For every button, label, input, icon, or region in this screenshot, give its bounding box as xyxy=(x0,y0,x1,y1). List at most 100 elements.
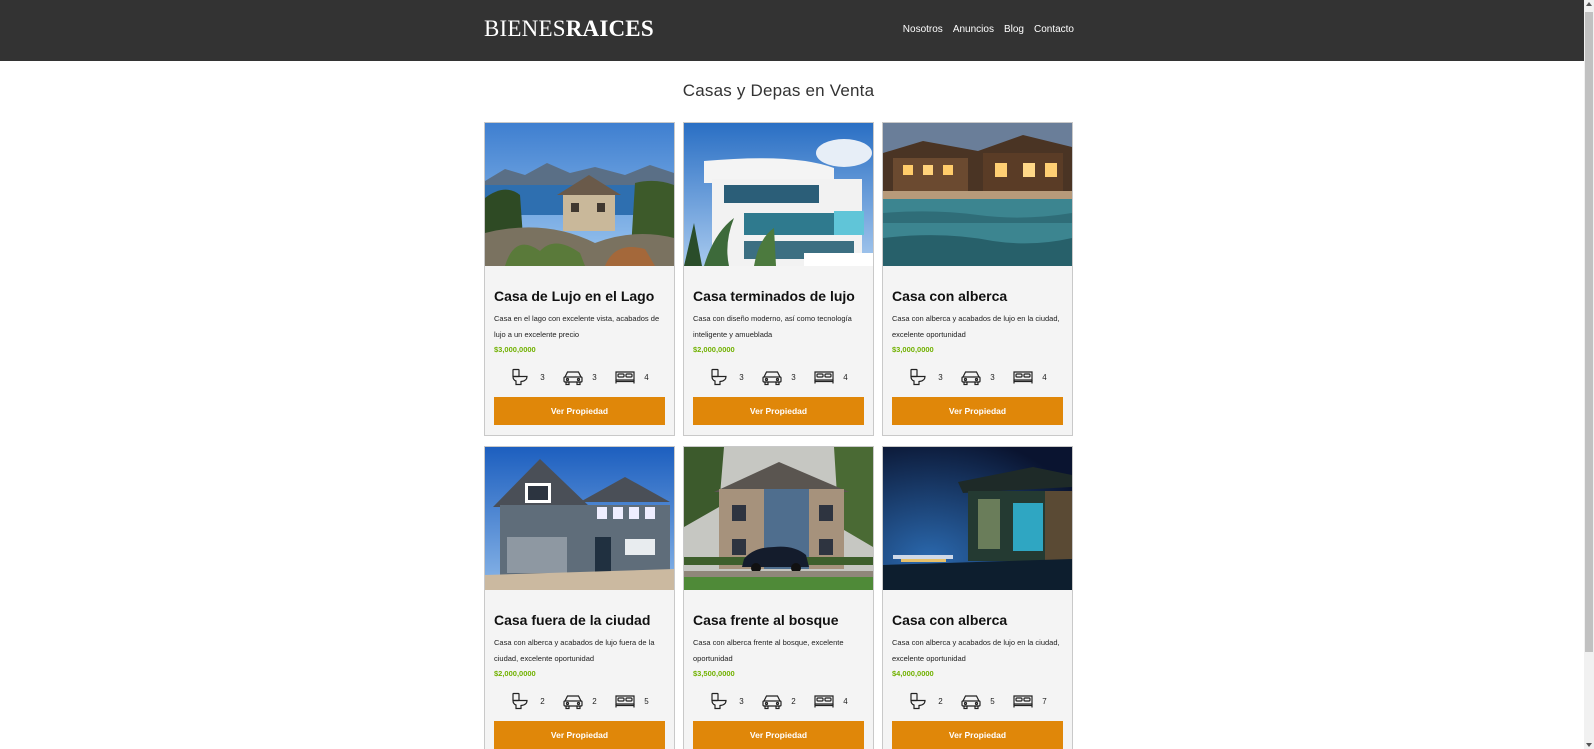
property-card: Casa con alberca Casa con alberca y acab… xyxy=(882,446,1073,749)
property-price: $2,000,0000 xyxy=(494,669,536,678)
lake-house-photo xyxy=(485,123,674,266)
property-card: Casa frente al bosque Casa con alberca f… xyxy=(683,446,874,749)
view-property-button[interactable]: Ver Propiedad xyxy=(892,397,1063,425)
wc-count: 3 xyxy=(540,372,545,382)
parking-count: 2 xyxy=(791,696,796,706)
bed-icon xyxy=(615,695,635,708)
property-card: Casa terminados de lujo Casa con diseño … xyxy=(683,122,874,436)
property-description: Casa con alberca frente al bosque, excel… xyxy=(693,638,844,663)
bedrooms-count: 4 xyxy=(1042,372,1047,382)
view-property-button[interactable]: Ver Propiedad xyxy=(494,721,665,749)
nav-link-nosotros[interactable]: Nosotros xyxy=(903,24,943,35)
property-card: Casa con alberca Casa con alberca y acab… xyxy=(882,122,1073,436)
property-price: $3,000,0000 xyxy=(892,345,934,354)
property-features: 3 3 4 xyxy=(494,367,665,387)
feature-parking: 3 xyxy=(952,368,1004,386)
brick-house-photo xyxy=(684,447,873,590)
feature-parking: 3 xyxy=(554,368,606,386)
feature-bedrooms: 4 xyxy=(805,692,857,710)
vertical-scrollbar[interactable] xyxy=(1584,0,1594,749)
parking-count: 5 xyxy=(990,696,995,706)
property-price: $3,000,0000 xyxy=(494,345,536,354)
property-features: 2 2 5 xyxy=(494,691,665,711)
bedrooms-count: 7 xyxy=(1042,696,1047,706)
page-title: Casas y Depas en Venta xyxy=(682,81,875,100)
scroll-down-arrow-icon[interactable] xyxy=(1586,743,1592,747)
wc-count: 2 xyxy=(540,696,545,706)
property-description: Casa con alberca y acabados de lujo en l… xyxy=(892,638,1060,663)
modern-house-photo xyxy=(684,123,873,266)
view-property-button[interactable]: Ver Propiedad xyxy=(494,397,665,425)
logo-thin-text: BIENES xyxy=(484,16,566,41)
wc-count: 3 xyxy=(739,696,744,706)
property-title: Casa frente al bosque xyxy=(693,612,839,628)
property-title: Casa con alberca xyxy=(892,612,1008,628)
property-description: Casa con alberca y acabados de lujo fuer… xyxy=(494,638,655,663)
car-icon xyxy=(762,695,782,710)
night-house-photo xyxy=(883,447,1072,590)
bed-icon xyxy=(1013,695,1033,708)
toilet-icon xyxy=(711,368,727,386)
property-features: 3 2 4 xyxy=(693,691,864,711)
view-property-button[interactable]: Ver Propiedad xyxy=(693,397,864,425)
bed-icon xyxy=(814,371,834,384)
feature-wc: 2 xyxy=(502,692,554,710)
property-title: Casa de Lujo en el Lago xyxy=(494,288,655,304)
property-features: 2 5 7 xyxy=(892,691,1063,711)
toilet-icon xyxy=(512,692,528,710)
property-price: $2,000,0000 xyxy=(693,345,735,354)
main-nav: Nosotros Anuncios Blog Contacto xyxy=(903,24,1074,35)
toilet-icon xyxy=(512,368,528,386)
car-icon xyxy=(563,695,583,710)
car-icon xyxy=(563,371,583,386)
feature-wc: 3 xyxy=(900,368,952,386)
logo-bold-text: RAICES xyxy=(565,16,654,41)
toilet-icon xyxy=(910,368,926,386)
feature-parking: 3 xyxy=(753,368,805,386)
toilet-icon xyxy=(910,692,926,710)
feature-parking: 2 xyxy=(753,692,805,710)
scroll-up-arrow-icon[interactable] xyxy=(1586,2,1592,6)
property-description: Casa con diseño moderno, así como tecnol… xyxy=(693,314,852,339)
property-features: 3 3 4 xyxy=(693,367,864,387)
site-logo[interactable]: BIENESRAICES xyxy=(484,16,654,42)
nav-link-anuncios[interactable]: Anuncios xyxy=(953,24,994,35)
bedrooms-count: 4 xyxy=(644,372,649,382)
view-property-button[interactable]: Ver Propiedad xyxy=(693,721,864,749)
bed-icon xyxy=(1013,371,1033,384)
property-price: $4,000,0000 xyxy=(892,669,934,678)
nav-link-contacto[interactable]: Contacto xyxy=(1034,24,1074,35)
car-icon xyxy=(961,371,981,386)
listings-grid: Casa de Lujo en el Lago Casa en el lago … xyxy=(484,122,1074,749)
feature-wc: 3 xyxy=(701,692,753,710)
site-header: BIENESRAICES Nosotros Anuncios Blog Cont… xyxy=(0,0,1584,61)
property-card: Casa fuera de la ciudad Casa con alberca… xyxy=(484,446,675,749)
wc-count: 3 xyxy=(938,372,943,382)
feature-parking: 2 xyxy=(554,692,606,710)
feature-wc: 2 xyxy=(900,692,952,710)
parking-count: 2 xyxy=(592,696,597,706)
view-property-button[interactable]: Ver Propiedad xyxy=(892,721,1063,749)
wc-count: 2 xyxy=(938,696,943,706)
suburban-house-photo xyxy=(485,447,674,590)
bedrooms-count: 4 xyxy=(843,696,848,706)
property-features: 3 3 4 xyxy=(892,367,1063,387)
pool-lodge-photo xyxy=(883,123,1072,266)
wc-count: 3 xyxy=(739,372,744,382)
car-icon xyxy=(762,371,782,386)
property-description: Casa con alberca y acabados de lujo en l… xyxy=(892,314,1060,339)
feature-parking: 5 xyxy=(952,692,1004,710)
feature-bedrooms: 7 xyxy=(1004,692,1056,710)
parking-count: 3 xyxy=(791,372,796,382)
scrollbar-thumb[interactable] xyxy=(1585,12,1593,652)
bedrooms-count: 5 xyxy=(644,696,649,706)
parking-count: 3 xyxy=(592,372,597,382)
feature-bedrooms: 4 xyxy=(606,368,658,386)
feature-bedrooms: 5 xyxy=(606,692,658,710)
feature-bedrooms: 4 xyxy=(1004,368,1056,386)
feature-bedrooms: 4 xyxy=(805,368,857,386)
property-price: $3,500,0000 xyxy=(693,669,735,678)
nav-link-blog[interactable]: Blog xyxy=(1004,24,1024,35)
parking-count: 3 xyxy=(990,372,995,382)
feature-wc: 3 xyxy=(701,368,753,386)
